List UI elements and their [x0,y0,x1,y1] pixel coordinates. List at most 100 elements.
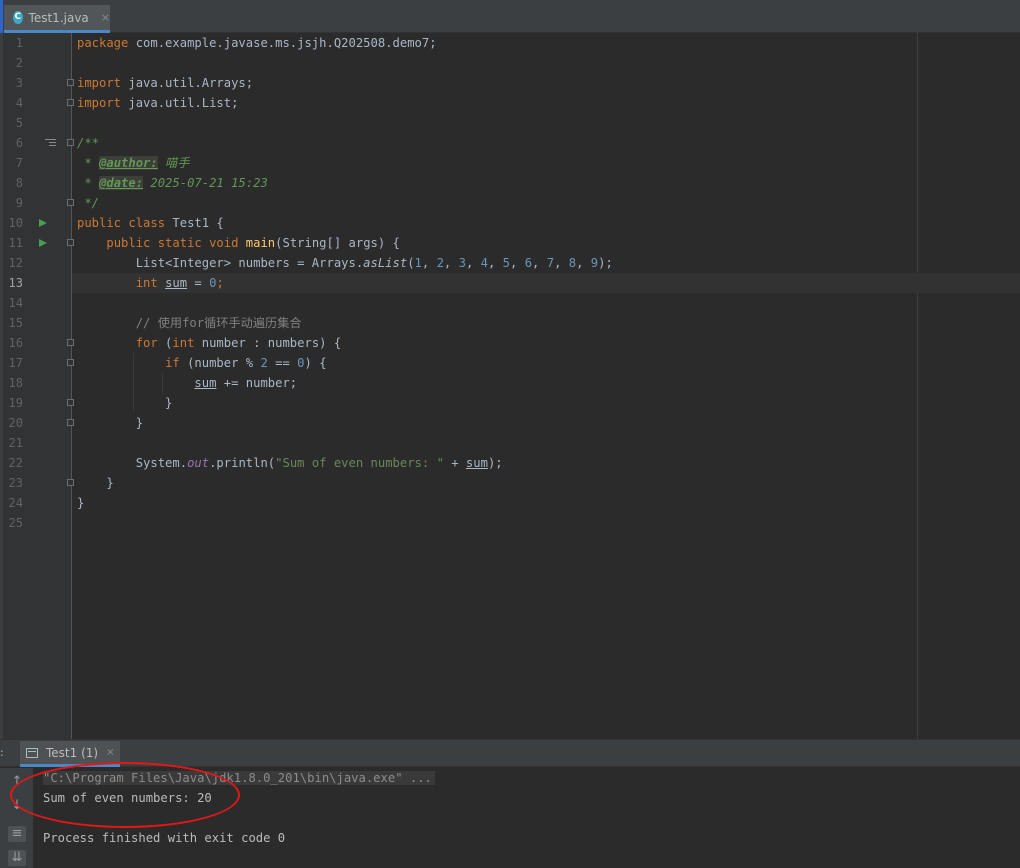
line-number: 12 [8,256,23,270]
code-line-19[interactable]: 19 } [0,393,1020,413]
line-number: 15 [8,316,23,330]
code-line-11[interactable]: 11 public static void main(String[] args… [0,233,1020,253]
keyword: public static void [106,236,239,250]
number-literal: 2 [260,356,268,370]
keyword: import [77,76,122,90]
class-name: Test1 { [165,216,224,230]
scroll-to-end-icon[interactable]: ⇊ [8,850,26,866]
doc-tag-author: @author: [99,156,158,170]
red-highlight-circle [10,762,240,828]
fold-icon[interactable] [67,479,74,486]
code-line-22[interactable]: 22 System.out.println("Sum of even numbe… [0,453,1020,473]
line-number: 13 [8,276,23,290]
line-number: 10 [8,216,23,230]
code-text: ( [407,256,415,270]
keyword: int [135,276,158,290]
fold-icon[interactable] [67,239,74,246]
code-line-25[interactable]: 25 [0,513,1020,533]
run-main-icon[interactable] [39,239,47,247]
tab-close-icon[interactable]: × [101,11,110,24]
code-line-7[interactable]: 7 * @author: 喵手 [0,153,1020,173]
number-literal: 7 [546,256,555,270]
fold-icon[interactable] [67,419,74,426]
tab-test1-java[interactable]: C Test1.java × [4,5,110,33]
code-line-15[interactable]: 15 // 使用for循环手动遍历集合 [0,313,1020,333]
render-doc-icon[interactable] [45,139,56,147]
number-literal: 5 [502,256,511,270]
fold-icon[interactable] [67,359,74,366]
code-line-8[interactable]: 8 * @date: 2025-07-21 15:23 [0,173,1020,193]
fold-icon[interactable] [67,99,74,106]
line-number: 7 [15,156,23,170]
code-line-2[interactable]: 2 [0,53,1020,73]
number-literal: 8 [568,256,577,270]
line-number: 20 [8,416,23,430]
closing-brace: } [77,476,114,490]
code-line-4[interactable]: 4 import java.util.List; [0,93,1020,113]
variable-sum: sum [194,376,217,390]
run-tab-label: Test1 (1) [46,745,99,760]
keyword: package [77,36,129,50]
code-line-23[interactable]: 23 } [0,473,1020,493]
line-number: 23 [8,476,23,490]
keyword: int [172,336,195,350]
java-class-icon: C [13,11,23,24]
code-text: == [267,356,298,370]
code-text: ( [157,336,173,350]
code-line-16[interactable]: 16 for (int number : numbers) { [0,333,1020,353]
variable-sum: sum [465,456,488,470]
code-line-1[interactable]: 1 package com.example.javase.ms.jsjh.Q20… [0,33,1020,53]
code-line-21[interactable]: 21 [0,433,1020,453]
method-name: main [245,236,276,250]
code-line-20[interactable]: 20 } [0,413,1020,433]
code-text: List<Integer> numbers = Arrays. [135,256,364,270]
code-line-13[interactable]: 13 int sum = 0; [0,273,1020,293]
import-name: java.util.Arrays; [121,76,254,90]
number-literal: 3 [458,256,466,270]
code-line-24[interactable]: 24 } [0,493,1020,513]
fold-icon[interactable] [67,139,74,146]
code-line-17[interactable]: 17 if (number % 2 == 0) { [0,353,1020,373]
fold-icon[interactable] [67,79,74,86]
fold-icon[interactable] [67,399,74,406]
code-line-5[interactable]: 5 [0,113,1020,133]
doc-author-value: 喵手 [157,156,190,170]
line-number: 21 [8,436,23,450]
method-signature: (String[] args) { [275,236,400,250]
fold-icon[interactable] [67,199,74,206]
line-number: 9 [15,196,23,210]
static-method: asList [363,256,408,270]
code-line-6[interactable]: 6 /** [0,133,1020,153]
doc-date-value: 2025-07-21 15:23 [143,176,268,190]
code-line-12[interactable]: 12 List<Integer> numbers = Arrays.asList… [0,253,1020,273]
code-line-14[interactable]: 14 [0,293,1020,313]
line-number: 18 [8,376,23,390]
number-literal: 6 [524,256,533,270]
code-text: += number; [216,376,298,390]
code-line-3[interactable]: 3 import java.util.Arrays; [0,73,1020,93]
keyword: import [77,96,122,110]
code-editor[interactable]: 1 package com.example.javase.ms.jsjh.Q20… [0,33,1020,739]
soft-wrap-icon[interactable]: ≡ [8,826,26,842]
keyword: for [135,336,158,350]
run-tab-close-icon[interactable]: × [106,747,114,758]
code-line-9[interactable]: 9 */ [0,193,1020,213]
tab-label: Test1.java [28,10,89,25]
line-number: 4 [15,96,23,110]
doc-tag-date: @date: [99,176,144,190]
tab-bar-accent [0,0,3,33]
run-class-icon[interactable] [39,219,47,227]
line-number: 3 [15,76,23,90]
doc-comment: /** [77,136,100,150]
code-text: number : numbers) { [194,336,342,350]
fold-icon[interactable] [67,339,74,346]
code-line-10[interactable]: 10 public class Test1 { [0,213,1020,233]
code-line-18[interactable]: 18 sum += number; [0,373,1020,393]
number-literal: 2 [436,256,444,270]
import-name: java.util.List; [121,96,239,110]
keyword: public class [77,216,166,230]
console-exit-line: Process finished with exit code 0 [43,831,286,845]
